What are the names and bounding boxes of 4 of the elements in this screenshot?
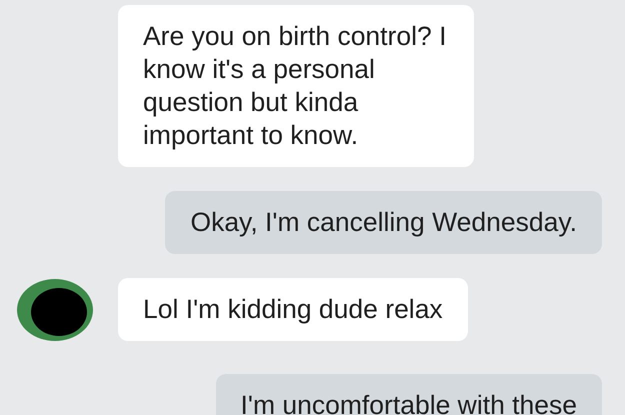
sent-message: I'm uncomfortable with these bbox=[216, 374, 602, 415]
received-message: Are you on birth control? I know it's a personal question but kinda important to know. bbox=[118, 5, 474, 167]
sent-message: Okay, I'm cancelling Wednesday. bbox=[165, 191, 602, 254]
received-message: Lol I'm kidding dude relax bbox=[118, 278, 468, 341]
